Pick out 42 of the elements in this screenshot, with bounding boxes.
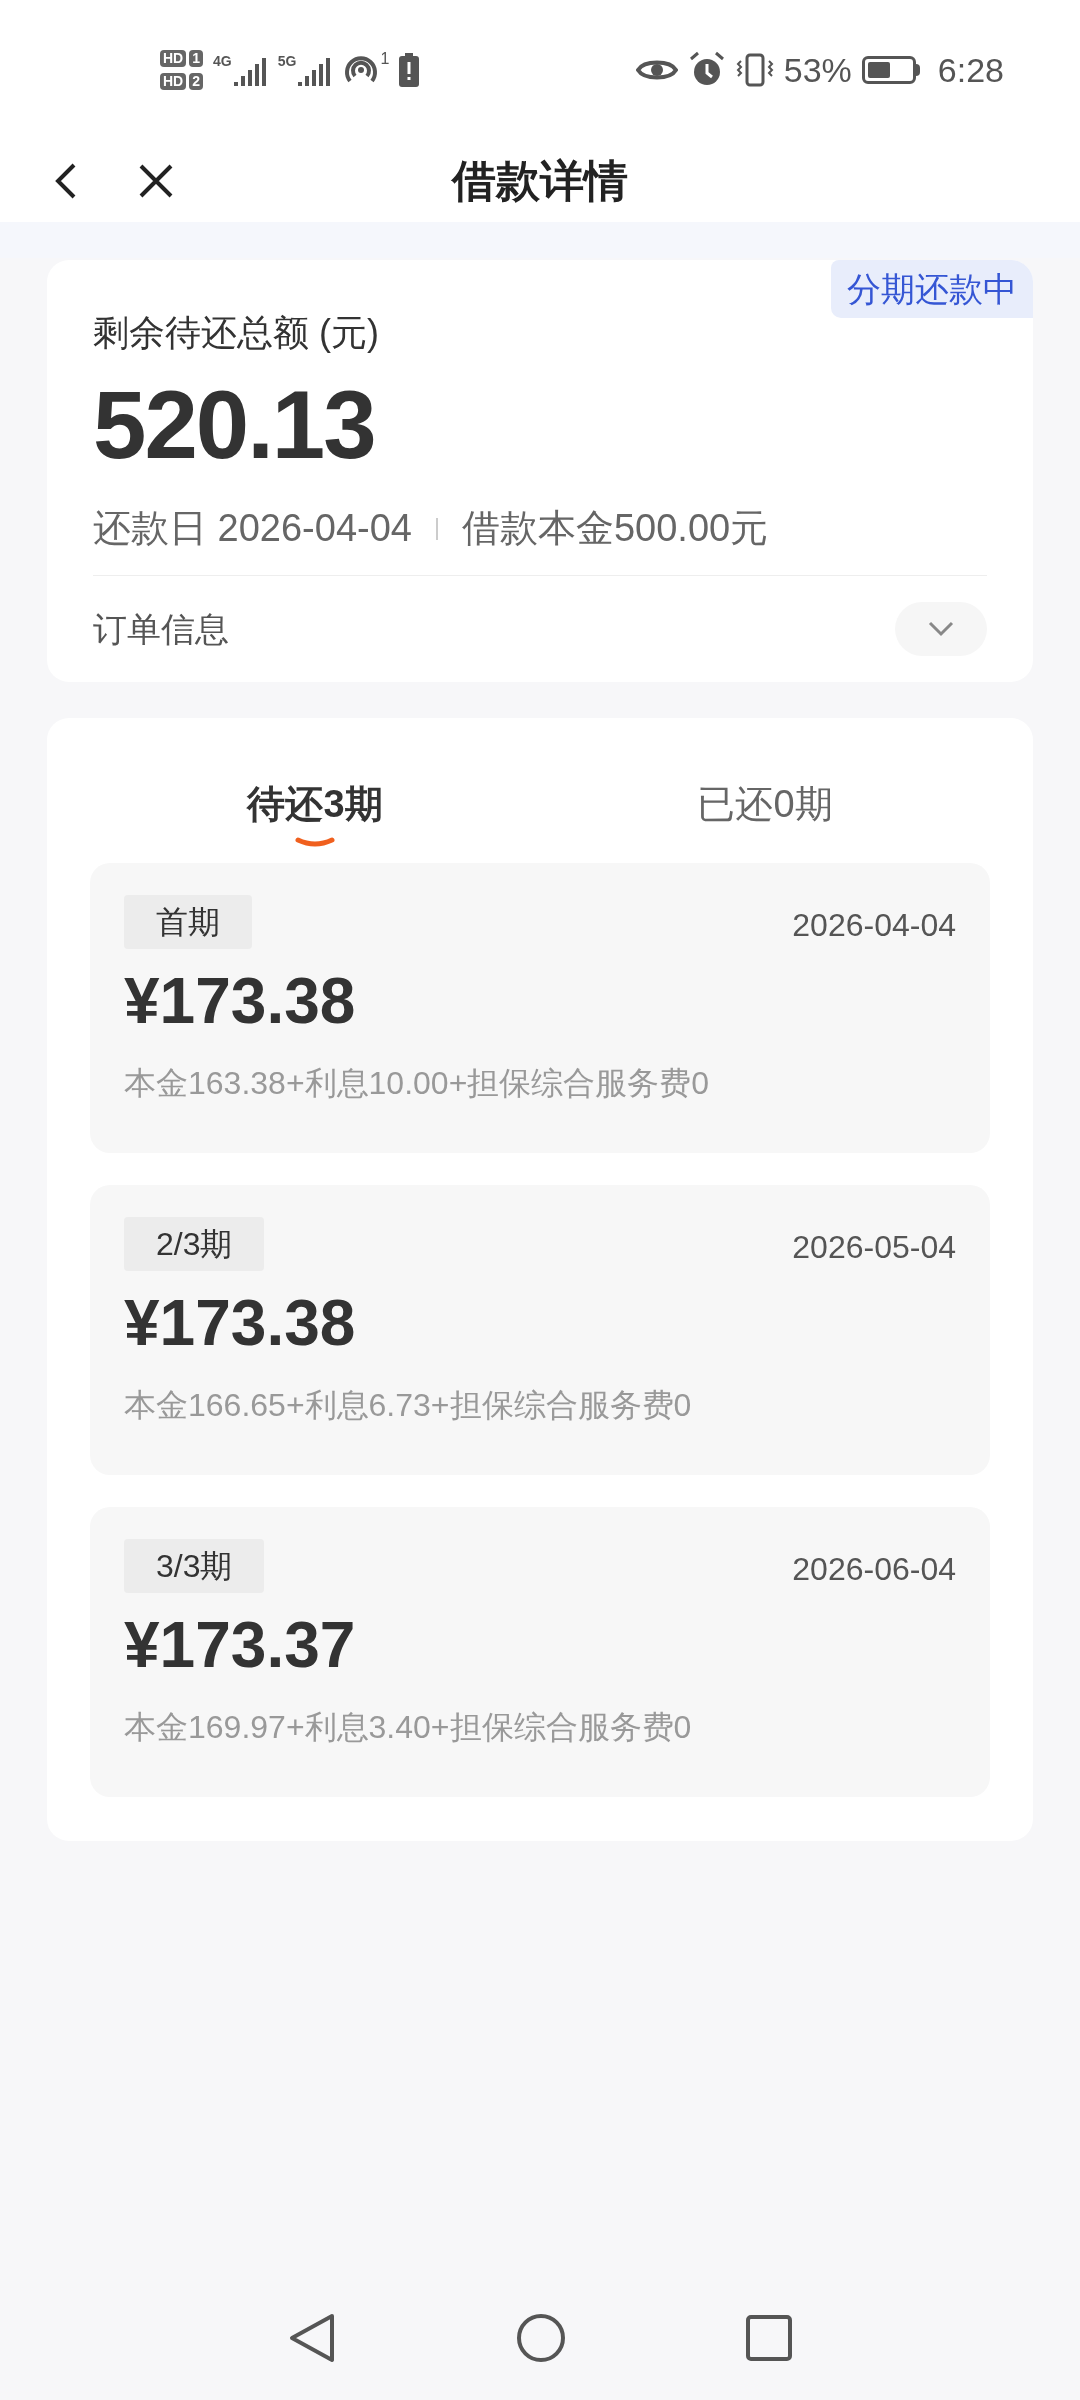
home-icon: [516, 2312, 566, 2363]
page-title: 借款详情: [452, 155, 628, 207]
tab[interactable]: 待还3期: [90, 718, 540, 863]
home-button[interactable]: [516, 2312, 566, 2363]
close-icon: [138, 163, 174, 199]
amount-breakdown: 本金163.38+利息10.00+担保综合服务费0: [124, 1064, 710, 1103]
status-badge: 分期还款中: [831, 260, 1033, 318]
sim-label: HD: [160, 50, 187, 67]
term-tag: 首期: [124, 895, 252, 949]
clock: 6:28: [937, 49, 1004, 91]
recents-button[interactable]: [746, 2314, 792, 2361]
vibrate-icon: [735, 51, 774, 89]
tab[interactable]: 已还0期: [540, 718, 990, 863]
installment-amount: ¥173.38: [124, 969, 356, 1033]
hotspot-count: 1: [380, 51, 390, 67]
term-tag: 3/3期: [124, 1539, 265, 1593]
loan-principal: 借款本金500.00元: [461, 506, 769, 551]
repayment-date: 还款日 2026-04-04: [93, 506, 412, 551]
due-date: 2026-05-04: [792, 1228, 956, 1267]
chevron-icon: [928, 621, 954, 637]
sim-slot: 1: [189, 50, 204, 67]
sim-label: HD: [160, 73, 187, 90]
installment-amount: ¥173.38: [124, 1291, 356, 1355]
recents-icon: [746, 2314, 792, 2361]
order-info-label: 订单信息: [93, 608, 229, 650]
tab-underline-icon: [295, 837, 335, 849]
due-date: 2026-06-04: [792, 1550, 956, 1589]
amount-breakdown: 本金169.97+利息3.40+担保综合服务费0: [124, 1708, 692, 1747]
amount-breakdown: 本金166.65+利息6.73+担保综合服务费0: [124, 1386, 692, 1425]
network-label: 5G: [277, 54, 297, 68]
balance-label: 剩余待还总额 (元): [93, 311, 380, 355]
due-date: 2026-04-04: [792, 906, 956, 945]
term-tag: 2/3期: [124, 1217, 265, 1271]
back-icon: [288, 2311, 336, 2364]
balance-amount: 520.13: [93, 370, 376, 480]
battery-icon: [861, 56, 920, 84]
battery-percent: 53%: [783, 49, 852, 91]
installment-amount: ¥173.37: [124, 1613, 356, 1677]
network-label: 4G: [213, 54, 232, 68]
sim-slot: 2: [189, 73, 204, 90]
back-nav-button[interactable]: [288, 2311, 336, 2364]
battery-alert-icon: [399, 53, 420, 87]
